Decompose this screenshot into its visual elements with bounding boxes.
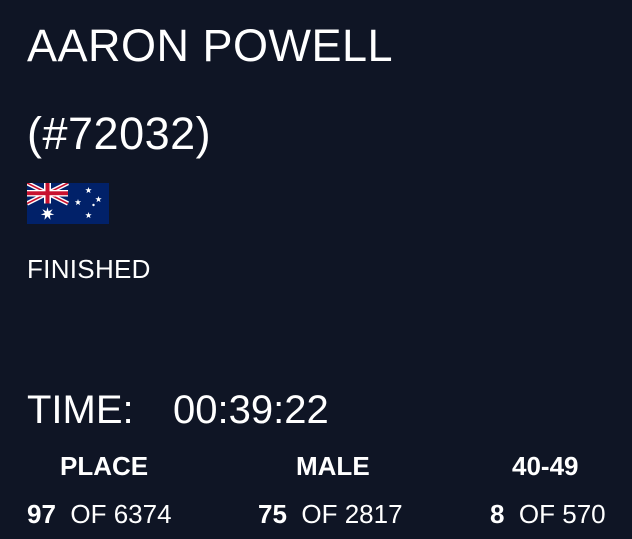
age-group-ranking: 40-49 8 OF 570 [490,450,606,530]
age-group-total: 570 [562,499,606,529]
race-status: FINISHED [27,254,151,284]
gender-ranking: MALE 75 OF 2817 [258,450,403,530]
bib-number: (#72032) [27,108,212,159]
age-group-of-label: OF [518,499,556,529]
overall-ranking-header: PLACE [60,451,149,481]
finish-time: TIME: 00:39:22 [27,385,329,435]
time-value: 00:39:22 [173,388,329,432]
gender-ranking-header: MALE [296,451,370,481]
gender-ranking-value: 75 OF 2817 [258,498,403,530]
age-group-ranking-header: 40-49 [512,451,579,481]
gender-total: 2817 [344,499,403,529]
overall-position: 97 [27,499,56,529]
gender-position: 75 [258,499,287,529]
overall-total: 6374 [113,499,172,529]
overall-ranking: PLACE 97 OF 6374 [27,450,172,530]
australia-flag-icon [27,183,109,224]
overall-of-label: OF [70,499,107,529]
time-label: TIME: [27,388,134,432]
gender-of-label: OF [301,499,338,529]
athlete-name: AARON POWELL [27,20,394,71]
age-group-position: 8 [490,499,505,529]
age-group-ranking-value: 8 OF 570 [490,498,606,530]
overall-ranking-value: 97 OF 6374 [27,498,172,530]
